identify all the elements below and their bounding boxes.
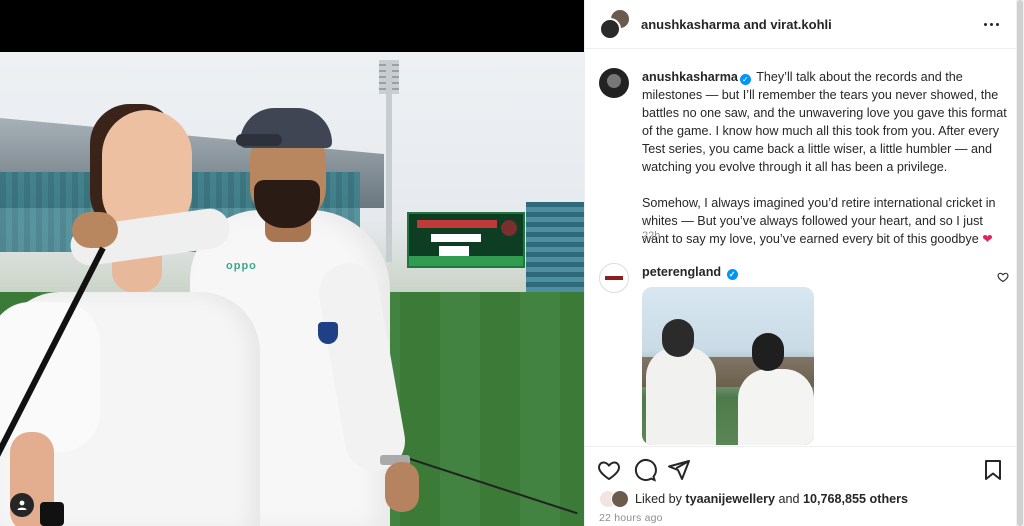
post-photo-panel: oppo: [0, 0, 584, 526]
tagged-users-button[interactable]: [10, 493, 34, 517]
scrollbar[interactable]: [1016, 0, 1024, 526]
woman-sleeve: [0, 302, 100, 452]
post-actions: [585, 446, 1017, 490]
likes-summary: Liked by tyaanijewellery and 10,768,855 …: [599, 490, 908, 508]
likes-text: Liked by tyaanijewellery and 10,768,855 …: [635, 492, 908, 506]
post-header: anushkasharma and virat.kohli: [585, 0, 1017, 49]
scrollbar-thumb[interactable]: [1017, 0, 1023, 526]
more-options-icon[interactable]: [979, 14, 1003, 34]
scoreboard: [407, 212, 525, 268]
caption-username[interactable]: anushkasharma: [642, 70, 738, 84]
avatar: [611, 490, 629, 508]
man-hand-on-shoulder: [72, 212, 118, 248]
likes-middle: and: [775, 492, 804, 506]
comment-image[interactable]: [642, 287, 814, 445]
post-timestamp[interactable]: 22 hours ago: [599, 512, 663, 524]
heart-emoji: ❤: [982, 232, 993, 246]
share-icon[interactable]: [667, 458, 691, 482]
comment-username: peterengland ✓: [642, 265, 740, 280]
author-link-primary[interactable]: anushkasharma: [641, 17, 740, 32]
caption-paragraph: They’ll talk about the records and the m…: [642, 70, 1007, 174]
avatar[interactable]: [599, 263, 629, 293]
caption-text: anushkasharma ✓ They’ll talk about the re…: [642, 68, 1009, 266]
verified-icon: ✓: [726, 269, 738, 280]
heart-icon[interactable]: [597, 458, 621, 482]
likes-count[interactable]: 10,768,855 others: [803, 492, 908, 506]
avatar: [599, 18, 621, 40]
author-connector: and: [740, 16, 771, 32]
post-side-panel: anushkasharma and virat.kohli anushkasha…: [584, 0, 1017, 526]
cap-brim: [236, 134, 282, 146]
post-caption: anushkasharma ✓ They’ll talk about the re…: [599, 68, 1009, 266]
post-photo[interactable]: oppo: [0, 52, 584, 526]
avatar[interactable]: [599, 68, 629, 98]
caption-paragraph: Somehow, I always imagined you’d retire …: [642, 196, 996, 246]
bag: [40, 502, 64, 526]
man-hand: [385, 462, 419, 512]
instagram-post-viewer: oppo anushkasharma and virat.kohli anush…: [0, 0, 1024, 526]
floodlight-pole: [386, 62, 392, 262]
heart-icon[interactable]: [997, 271, 1009, 283]
comment-icon[interactable]: [633, 458, 657, 482]
verified-icon: ✓: [739, 74, 751, 85]
liker-username[interactable]: tyaanijewellery: [685, 492, 775, 506]
post-authors: anushkasharma and virat.kohli: [641, 17, 832, 32]
comment-username-link[interactable]: peterengland: [642, 265, 721, 279]
bookmark-icon[interactable]: [981, 458, 1005, 482]
jersey-crest: [318, 322, 338, 344]
stadium-seats-right: [526, 202, 584, 292]
likes-prefix: Liked by: [635, 492, 686, 506]
author-link-secondary[interactable]: virat.kohli: [770, 17, 831, 32]
collab-avatars[interactable]: [599, 8, 631, 40]
caption-timestamp: 22h: [642, 230, 661, 242]
user-icon: [17, 500, 27, 510]
jersey-sponsor-logo: oppo: [226, 260, 257, 272]
